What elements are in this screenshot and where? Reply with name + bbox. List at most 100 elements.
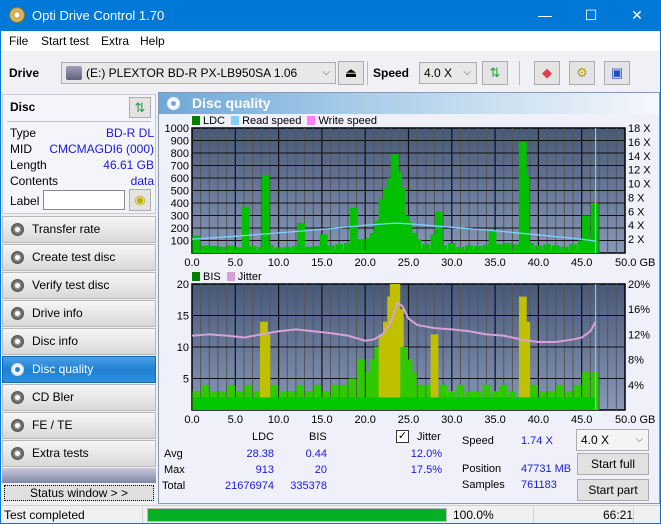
divider: [533, 507, 534, 523]
y-tick-label-left: 200: [171, 223, 189, 235]
start-part-button[interactable]: Start part: [577, 479, 649, 501]
disc-info-icon: [11, 335, 24, 348]
nav-disc-quality[interactable]: Disc quality: [2, 356, 156, 383]
chevron-down-icon: ⌵: [322, 67, 330, 78]
drive-select[interactable]: (E:) PLEXTOR BD-R PX-LB950SA 1.06 ⌵: [61, 62, 336, 84]
save-button[interactable]: ▣: [604, 61, 630, 85]
nav-fe-te[interactable]: FE / TE: [2, 412, 156, 439]
y-tick-label-left: 100: [171, 236, 189, 248]
bis-base-fill: [193, 397, 596, 410]
y-tick-label-left: 300: [171, 211, 189, 223]
jitter-checkbox[interactable]: ✓: [396, 430, 409, 443]
refresh-button[interactable]: ⇅: [482, 61, 508, 85]
y-tick-label-right: 10 X: [628, 179, 651, 191]
menu-start-test[interactable]: Start test: [41, 34, 89, 48]
progress-bar: [147, 508, 447, 522]
x-tick-label: 30.0: [441, 414, 462, 423]
y-tick-label-right: 12%: [628, 329, 650, 341]
toolbar: Drive (E:) PLEXTOR BD-R PX-LB950SA 1.06 …: [1, 51, 660, 94]
fe-te-icon: [11, 419, 24, 432]
disc-length-row: Length 46.61 GB: [10, 158, 154, 172]
status-window-button[interactable]: Status window > >: [4, 485, 154, 501]
erase-button[interactable]: ◆: [534, 61, 560, 85]
eject-button[interactable]: ⏏: [338, 61, 364, 85]
nav-transfer-rate[interactable]: Transfer rate: [2, 216, 156, 243]
stats-col-jitter: Jitter: [417, 431, 441, 443]
maximize-button[interactable]: ☐: [568, 0, 614, 31]
disc-label-input[interactable]: [43, 190, 125, 210]
menu-extra[interactable]: Extra: [101, 34, 129, 48]
x-tick-label: 10.0: [268, 414, 289, 423]
disc-type-label: Type: [10, 126, 37, 140]
nav-disc-info[interactable]: Disc info: [2, 328, 156, 355]
gears-icon: ⚙: [576, 65, 588, 80]
nav-label: CD Bler: [32, 390, 75, 404]
elapsed-time: 66:21: [603, 508, 634, 522]
y-tick-label-right: 16 X: [628, 137, 651, 149]
ldc-bar: [350, 208, 358, 253]
disc-info-panel: Disc ⇅ Type BD-R DL MID CMCMAGDI6 (000) Le…: [2, 94, 156, 214]
disc-quality-icon: [11, 363, 24, 376]
disc-label-label: Label: [10, 194, 40, 208]
speed-value: 4.0 X: [424, 66, 453, 80]
disc-quality-panel: Disc quality LDC Read speed Write speed …: [158, 92, 660, 504]
menu-file[interactable]: File: [9, 34, 28, 48]
nav-extra-tests[interactable]: Extra tests: [2, 440, 156, 467]
progress-fill: [148, 509, 446, 521]
y-tick-label-left: 600: [171, 173, 189, 185]
speed-readout: 1.74 X: [521, 435, 553, 447]
title-bar: Opti Drive Control 1.70 — ☐ ✕: [1, 0, 660, 31]
refresh-arrows-icon: ⇅: [134, 100, 146, 115]
y-tick-label-left: 20: [177, 279, 189, 291]
disc-icon: ◉: [134, 192, 146, 207]
bis-bar: [522, 321, 531, 410]
nav-cd-bler[interactable]: CD Bler: [2, 384, 156, 411]
progress-percent: 100.0%: [453, 508, 494, 522]
close-button[interactable]: ✕: [614, 0, 660, 31]
disc-contents-label: Contents: [10, 174, 59, 188]
drive-info-icon: [11, 307, 24, 320]
speed-select[interactable]: 4.0 X ⌵: [419, 62, 477, 84]
disc-header: Disc: [10, 100, 36, 114]
status-text: Test completed: [4, 508, 85, 522]
minimize-button[interactable]: —: [522, 0, 568, 31]
stats-max-ldc: 913: [255, 464, 274, 476]
x-tick-label: 40.0: [528, 257, 549, 269]
nav-create-test-disc[interactable]: Create test disc: [2, 244, 156, 271]
nav-label: FE / TE: [32, 418, 73, 432]
start-full-button[interactable]: Start full: [577, 453, 649, 475]
nav-drive-info[interactable]: Drive info: [2, 300, 156, 327]
drive-label: Drive: [9, 66, 40, 80]
x-tick-label: 10.0: [268, 257, 289, 269]
status-bar: Test completed 100.0% 66:21: [1, 505, 660, 523]
x-tick-label: 45.0: [571, 257, 592, 269]
stats-col-bis: BIS: [309, 431, 327, 443]
test-speed-value: 4.0 X: [581, 433, 610, 447]
floppy-save-icon: ▣: [610, 65, 624, 80]
nav-verify-test-disc[interactable]: Verify test disc: [2, 272, 156, 299]
disc-type-value: BD-R DL: [105, 126, 154, 140]
x-tick-label: 35.0: [484, 414, 505, 423]
disc-label-button[interactable]: ◉: [129, 189, 151, 211]
nav-label: Drive info: [32, 306, 83, 320]
y-tick-label-right: 18 X: [628, 123, 651, 135]
speed-label: Speed: [373, 66, 410, 80]
nav-label: Create test disc: [32, 250, 116, 264]
y-tick-label-left: 700: [171, 161, 189, 173]
menu-help[interactable]: Help: [140, 34, 165, 48]
disc-length-label: Length: [10, 158, 47, 172]
settings-button[interactable]: ⚙: [569, 61, 595, 85]
y-tick-label-left: 1000: [165, 123, 189, 135]
disc-refresh-button[interactable]: ⇅: [129, 97, 151, 118]
disc-mid-label: MID: [10, 142, 32, 156]
y-tick-label-left: 800: [171, 148, 189, 160]
test-speed-select[interactable]: 4.0 X ⌵: [576, 429, 649, 451]
x-tick-label: 20.0: [354, 257, 375, 269]
x-tick-label: 25.0: [398, 257, 419, 269]
y-tick-label-right: 4%: [628, 380, 644, 392]
x-tick-label: 5.0: [228, 257, 243, 269]
y-tick-label-right: 6 X: [628, 206, 645, 218]
drive-value: (E:) PLEXTOR BD-R PX-LB950SA 1.06: [86, 66, 298, 80]
x-tick-label: 50.0 GB: [615, 414, 655, 423]
y-tick-label-left: 400: [171, 198, 189, 210]
